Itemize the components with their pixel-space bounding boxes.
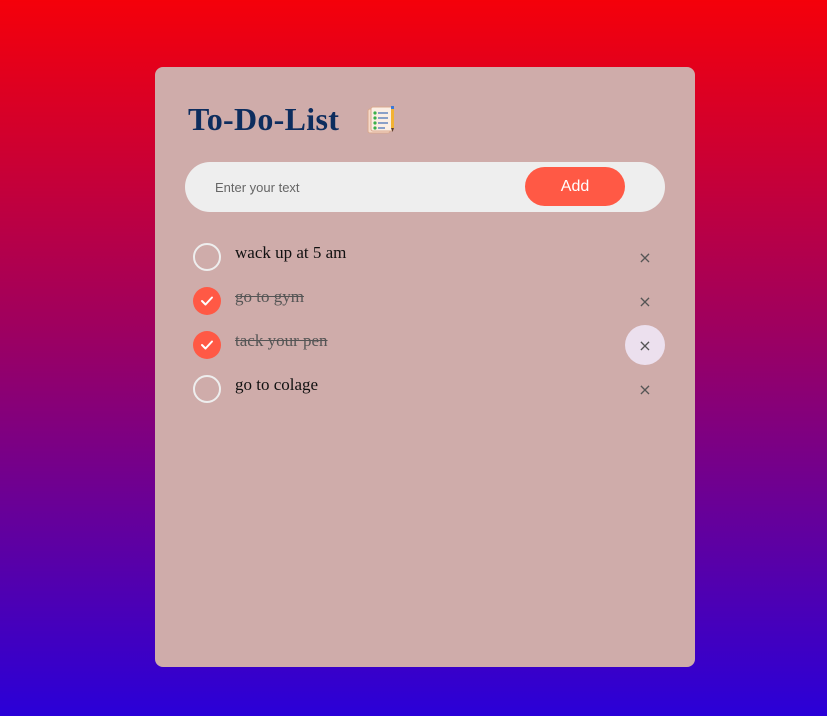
- app-title: To-Do-List: [188, 101, 340, 137]
- close-icon: ×: [638, 379, 652, 399]
- close-icon: ×: [638, 335, 652, 355]
- delete-button[interactable]: ×: [625, 325, 665, 365]
- unchecked-circle-icon[interactable]: [193, 375, 221, 403]
- close-icon: ×: [638, 291, 652, 311]
- list-item[interactable]: go to gym ×: [193, 281, 665, 325]
- task-text: go to colage: [235, 375, 319, 394]
- list-item[interactable]: go to colage ×: [193, 369, 665, 413]
- task-text: go to gym: [235, 287, 304, 306]
- task-text: wack up at 5 am: [235, 243, 347, 262]
- add-button[interactable]: Add: [525, 167, 625, 206]
- notepad-checklist-icon: [365, 104, 397, 136]
- delete-button[interactable]: ×: [625, 369, 665, 409]
- header: To-Do-List: [188, 101, 397, 138]
- list-item[interactable]: wack up at 5 am ×: [193, 237, 665, 281]
- list-item[interactable]: tack your pen ×: [193, 325, 665, 369]
- task-list: wack up at 5 am × go to gym × tack your …: [193, 237, 665, 413]
- delete-button[interactable]: ×: [625, 237, 665, 277]
- todo-card: To-Do-List Add wac: [155, 67, 695, 667]
- task-input[interactable]: [215, 162, 515, 212]
- checked-circle-icon[interactable]: [193, 331, 221, 359]
- task-text: tack your pen: [235, 331, 328, 350]
- close-icon: ×: [638, 247, 652, 267]
- task-input-row: Add: [185, 162, 665, 212]
- unchecked-circle-icon[interactable]: [193, 243, 221, 271]
- delete-button[interactable]: ×: [625, 281, 665, 321]
- checked-circle-icon[interactable]: [193, 287, 221, 315]
